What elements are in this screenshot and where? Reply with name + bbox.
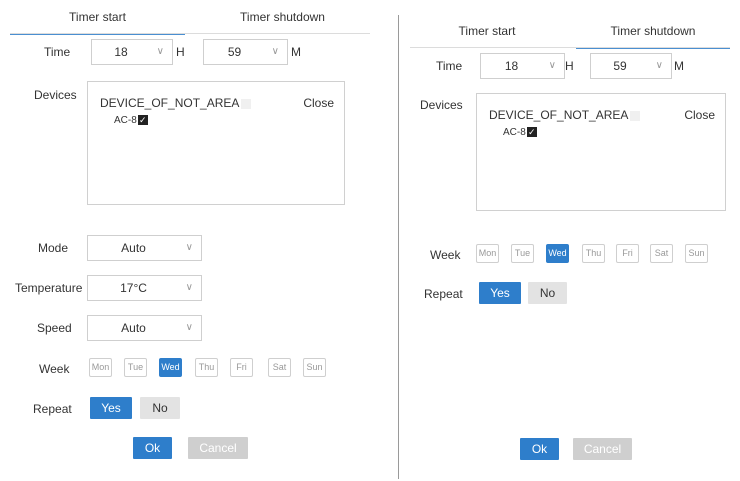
- day-sun[interactable]: Sun: [303, 358, 326, 377]
- close-button[interactable]: Close: [684, 108, 715, 122]
- minute-unit: M: [291, 45, 301, 59]
- cancel-button[interactable]: Cancel: [188, 437, 248, 459]
- device-group-name: DEVICE_OF_NOT_AREA: [100, 96, 252, 110]
- mode-select[interactable]: Auto ∨: [87, 235, 202, 261]
- temperature-select[interactable]: 17°C ∨: [87, 275, 202, 301]
- day-thu[interactable]: Thu: [582, 244, 605, 263]
- device-group-name: DEVICE_OF_NOT_AREA: [489, 108, 641, 122]
- ok-button[interactable]: Ok: [520, 438, 559, 460]
- time-label: Time: [436, 59, 463, 73]
- tab-timer-shutdown[interactable]: Timer shutdown: [195, 0, 370, 33]
- day-sat[interactable]: Sat: [268, 358, 291, 377]
- week-label: Week: [430, 248, 461, 262]
- repeat-no-button[interactable]: No: [528, 282, 567, 304]
- chevron-down-icon: ∨: [548, 60, 556, 71]
- chevron-down-icon: ∨: [185, 282, 193, 293]
- mode-label: Mode: [38, 241, 69, 255]
- speed-label: Speed: [37, 321, 72, 335]
- devices-box: DEVICE_OF_NOT_AREA Close AC-8 ✓: [87, 81, 345, 205]
- chevron-down-icon: ∨: [185, 322, 193, 333]
- chevron-down-icon: ∨: [185, 242, 193, 253]
- hour-unit: H: [176, 45, 185, 59]
- device-item: AC-8 ✓: [503, 127, 537, 138]
- minute-select[interactable]: 59 ∨: [203, 39, 288, 65]
- day-mon[interactable]: Mon: [89, 358, 112, 377]
- tab-bar: Timer start Timer shutdown: [398, 14, 740, 49]
- hour-unit: H: [565, 59, 574, 73]
- temperature-value: 17°C: [120, 281, 147, 295]
- day-fri[interactable]: Fri: [616, 244, 639, 263]
- chevron-down-icon: ∨: [655, 60, 663, 71]
- cancel-button[interactable]: Cancel: [573, 438, 632, 460]
- day-sun[interactable]: Sun: [685, 244, 708, 263]
- minute-value: 59: [613, 59, 627, 73]
- devices-box: DEVICE_OF_NOT_AREA Close AC-8 ✓: [476, 93, 726, 211]
- checkmark-icon[interactable]: ✓: [137, 115, 148, 126]
- day-sat[interactable]: Sat: [650, 244, 673, 263]
- day-wed[interactable]: Wed: [159, 358, 182, 377]
- tab-timer-start[interactable]: Timer start: [410, 14, 564, 47]
- tab-bar: Timer start Timer shutdown: [0, 0, 384, 35]
- chevron-down-icon: ∨: [271, 46, 279, 57]
- devices-label: Devices: [420, 98, 463, 112]
- minute-select[interactable]: 59 ∨: [590, 53, 672, 79]
- mode-value: Auto: [121, 241, 146, 255]
- repeat-no-button[interactable]: No: [140, 397, 180, 419]
- tab-divider: [10, 33, 370, 34]
- day-tue[interactable]: Tue: [124, 358, 147, 377]
- device-item: AC-8 ✓: [114, 115, 148, 126]
- devices-label: Devices: [34, 88, 77, 102]
- week-label: Week: [39, 362, 70, 376]
- hour-value: 18: [114, 45, 128, 59]
- repeat-label: Repeat: [33, 402, 72, 416]
- timer-start-panel: Timer start Timer shutdown Time 18 ∨ H 5…: [0, 0, 384, 481]
- repeat-yes-button[interactable]: Yes: [479, 282, 521, 304]
- timer-shutdown-panel: Timer start Timer shutdown Time 18 ∨ H 5…: [398, 0, 740, 481]
- day-fri[interactable]: Fri: [230, 358, 253, 377]
- tab-timer-shutdown[interactable]: Timer shutdown: [576, 14, 730, 49]
- hour-select[interactable]: 18 ∨: [480, 53, 565, 79]
- repeat-label: Repeat: [424, 287, 463, 301]
- day-tue[interactable]: Tue: [511, 244, 534, 263]
- checkmark-icon[interactable]: ✓: [526, 127, 537, 138]
- chevron-down-icon: ∨: [156, 46, 164, 57]
- hour-select[interactable]: 18 ∨: [91, 39, 173, 65]
- day-wed[interactable]: Wed: [546, 244, 569, 263]
- minute-value: 59: [227, 45, 242, 59]
- repeat-yes-button[interactable]: Yes: [90, 397, 132, 419]
- tab-timer-start[interactable]: Timer start: [10, 0, 185, 35]
- hour-value: 18: [504, 59, 519, 73]
- minute-unit: M: [674, 59, 684, 73]
- close-button[interactable]: Close: [303, 96, 334, 110]
- day-thu[interactable]: Thu: [195, 358, 218, 377]
- day-mon[interactable]: Mon: [476, 244, 499, 263]
- speed-value: Auto: [121, 321, 146, 335]
- time-label: Time: [44, 45, 71, 59]
- ok-button[interactable]: Ok: [133, 437, 172, 459]
- tab-divider: [410, 47, 730, 48]
- temperature-label: Temperature: [15, 281, 83, 295]
- speed-select[interactable]: Auto ∨: [87, 315, 202, 341]
